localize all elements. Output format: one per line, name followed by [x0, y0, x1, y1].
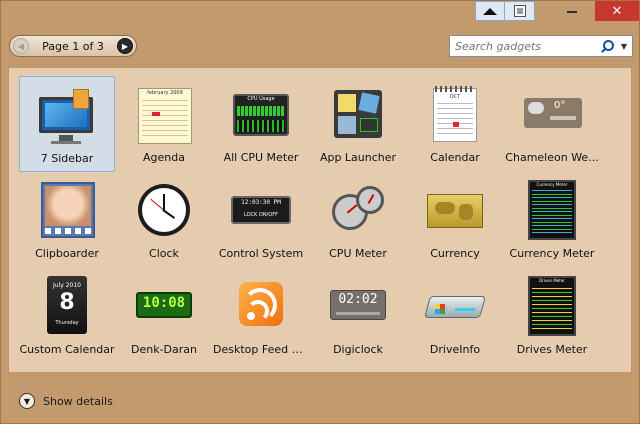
gadget-chameleon-weather[interactable]: 0° Chameleon We...: [504, 76, 600, 172]
gadget-custom-calendar[interactable]: July 2010 8 Thursday Custom Calendar: [19, 268, 115, 364]
gadget-gallery-window: ✕ ◀ Page 1 of 3 ▶ ▼ 7 Sidebar februar: [0, 0, 640, 424]
gadget-driveinfo[interactable]: DriveInfo: [407, 268, 503, 364]
gadget-app-launcher[interactable]: App Launcher: [310, 76, 406, 172]
search-icon[interactable]: [598, 38, 614, 54]
gadget-label: Desktop Feed R...: [213, 343, 309, 356]
digital-clock-icon: 10:08: [132, 274, 196, 338]
search-box: ▼: [449, 35, 633, 57]
gadget-calendar[interactable]: OCT Calendar: [407, 76, 503, 172]
app-launcher-icon: [326, 82, 390, 146]
next-page-button[interactable]: ▶: [117, 38, 133, 54]
gadget-label: Clock: [149, 247, 179, 260]
calendar-icon: OCT: [423, 82, 487, 146]
custom-calendar-icon: July 2010 8 Thursday: [35, 274, 99, 338]
show-details-toggle[interactable]: ▼ Show details: [19, 391, 113, 411]
gadget-control-system[interactable]: 12:03:30 PM LOCK ON/OFF Control System: [213, 172, 309, 268]
gadget-clock[interactable]: Clock: [116, 172, 212, 268]
agenda-header: february 2009: [147, 90, 183, 96]
gadget-currency-meter[interactable]: Currency Meter Currency Meter: [504, 172, 600, 268]
gadget-digiclock[interactable]: 02:02 Digiclock: [310, 268, 406, 364]
clock-icon: [132, 178, 196, 242]
gadget-label: DriveInfo: [429, 343, 481, 356]
denk-time: 10:08: [142, 295, 186, 311]
custom-cal-month: July 2010: [53, 282, 81, 289]
pin-button[interactable]: [505, 1, 535, 21]
gadget-label: Agenda: [143, 151, 185, 164]
gadget-label: Drives Meter: [516, 343, 588, 356]
window-icon: [513, 5, 526, 17]
currency-meter-thumbnail: Currency Meter: [520, 178, 584, 242]
cpu-title: CPU Usage: [247, 96, 275, 102]
digiclock-thumbnail: 02:02: [326, 274, 390, 338]
gadget-label: Currency: [430, 247, 480, 260]
control-lock: LOCK ON/OFF: [244, 212, 278, 218]
gadget-label: App Launcher: [319, 151, 397, 164]
gadget-label: Clipboarder: [35, 247, 99, 260]
gadget-currency[interactable]: Currency: [407, 172, 503, 268]
minimize-button[interactable]: [549, 1, 595, 21]
control-time: 12:03:30 PM: [241, 199, 281, 206]
gadget-all-cpu-meter[interactable]: CPU Usage All CPU Meter: [213, 76, 309, 172]
gadget-clipboarder[interactable]: Clipboarder: [19, 172, 115, 268]
triangle-up-icon: [483, 7, 497, 15]
control-system-thumbnail: 12:03:30 PM LOCK ON/OFF: [229, 178, 293, 242]
chevron-down-icon[interactable]: ▼: [19, 393, 35, 409]
cpu-meter-thumbnail: CPU Usage: [229, 82, 293, 146]
gadget-7-sidebar[interactable]: 7 Sidebar: [19, 76, 115, 172]
page-navigator: ◀ Page 1 of 3 ▶: [9, 35, 137, 57]
close-icon: ✕: [611, 3, 623, 19]
custom-cal-day: 8: [59, 290, 75, 315]
weather-temp: 0°: [554, 100, 566, 111]
show-details-label: Show details: [43, 394, 113, 408]
weather-icon: 0°: [520, 82, 584, 146]
gadget-label: Currency Meter: [509, 247, 595, 260]
gadget-label: 7 Sidebar: [40, 152, 94, 165]
gadget-label: CPU Meter: [329, 247, 387, 260]
clipboarder-thumbnail: [35, 178, 99, 242]
gauge-icon: [326, 178, 390, 242]
close-button[interactable]: ✕: [595, 1, 639, 21]
calendar-month: OCT: [449, 94, 461, 100]
gadget-cpu-meter[interactable]: CPU Meter: [310, 172, 406, 268]
drives-meter-thumbnail: Drives Meter: [520, 274, 584, 338]
gadget-grid: 7 Sidebar february 2009 Agenda CPU Usage…: [8, 67, 632, 373]
custom-cal-weekday: Thursday: [55, 320, 79, 326]
gadget-label: Digiclock: [333, 343, 383, 356]
gadget-label: Control System: [218, 247, 304, 260]
drives-meter-title: Drives Meter: [539, 278, 565, 283]
title-bar: ✕: [1, 1, 639, 27]
gadget-label: Calendar: [430, 151, 480, 164]
gadget-desktop-feed-reader[interactable]: Desktop Feed R...: [213, 268, 309, 364]
rss-icon: [229, 274, 293, 338]
gadget-label: Denk-Daran: [131, 343, 197, 356]
previous-page-button[interactable]: ◀: [13, 38, 29, 54]
gadget-denk-daran[interactable]: 10:08 Denk-Daran: [116, 268, 212, 364]
collapse-button[interactable]: [475, 1, 505, 21]
gadget-agenda[interactable]: february 2009 Agenda: [116, 76, 212, 172]
currency-meter-title: Currency Meter: [536, 182, 568, 187]
gadget-label: Chameleon We...: [505, 151, 599, 164]
gadget-label: Custom Calendar: [19, 343, 115, 356]
gadget-drives-meter[interactable]: Drives Meter Drives Meter: [504, 268, 600, 364]
digiclock-time: 02:02: [338, 292, 378, 307]
agenda-thumbnail: february 2009: [132, 82, 196, 146]
monitor-icon: [35, 83, 99, 147]
gadget-label: All CPU Meter: [223, 151, 299, 164]
minimize-icon: [567, 11, 577, 13]
currency-map-icon: [423, 178, 487, 242]
hard-drive-icon: [423, 274, 487, 338]
page-indicator: Page 1 of 3: [42, 39, 104, 53]
search-input[interactable]: [450, 39, 598, 53]
chevron-down-icon[interactable]: ▼: [616, 42, 632, 51]
